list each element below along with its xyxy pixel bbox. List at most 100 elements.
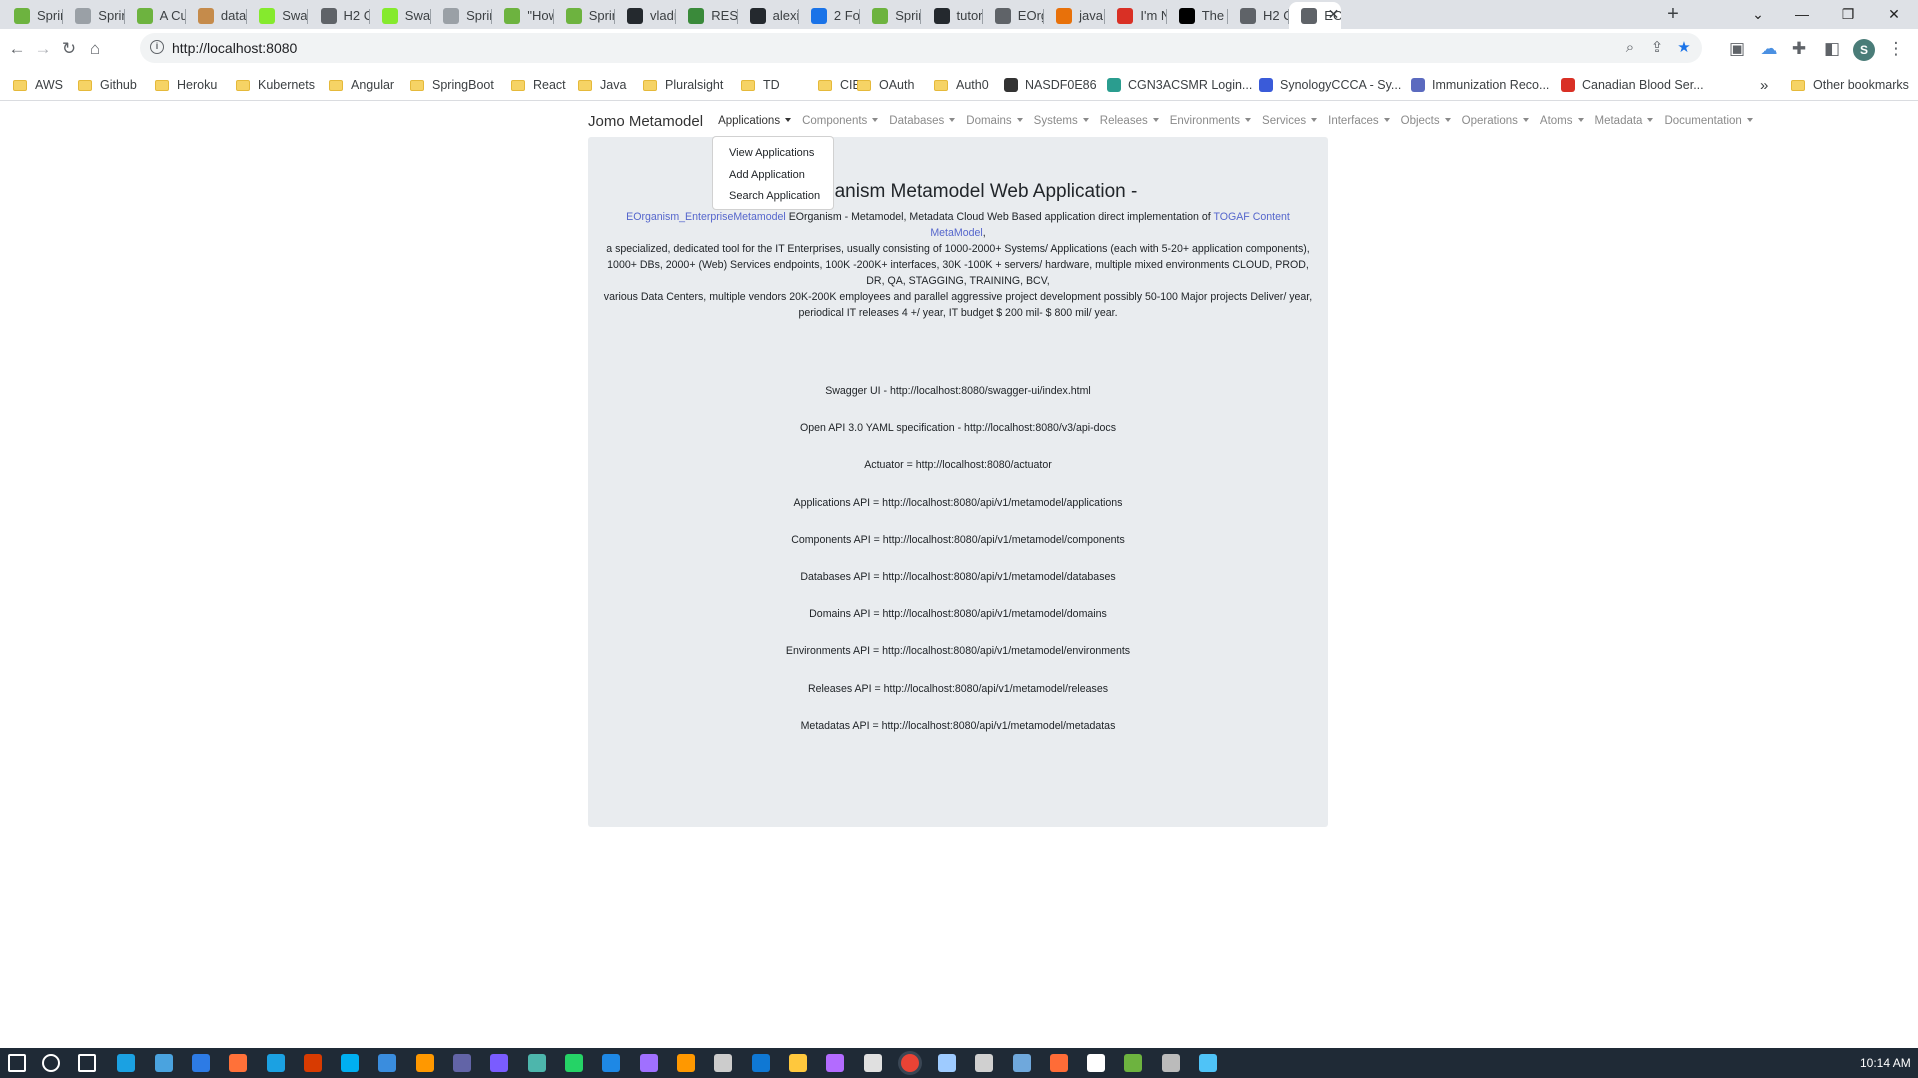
bookmark-link[interactable]: Immunization Reco... xyxy=(1411,76,1549,94)
office-icon[interactable] xyxy=(304,1054,322,1072)
extensions-puzzle-icon[interactable]: ✚ xyxy=(1788,39,1810,61)
zoom-icon[interactable]: ⌕ xyxy=(1620,38,1640,58)
other-bookmarks-folder[interactable]: Other bookmarks xyxy=(1791,76,1909,94)
bookmark-folder[interactable]: SpringBoot xyxy=(410,76,494,94)
nav-item-atoms[interactable]: Atoms xyxy=(1540,115,1584,127)
chrome-icon[interactable] xyxy=(901,1054,919,1072)
task-view-icon[interactable] xyxy=(78,1054,96,1072)
browser-tab[interactable]: Swagg xyxy=(247,2,309,29)
app-icon[interactable] xyxy=(1162,1054,1180,1072)
bookmark-folder[interactable]: Java xyxy=(578,76,626,94)
back-icon[interactable]: ← xyxy=(6,39,28,61)
menu-kebab-icon[interactable]: ⋮ xyxy=(1885,39,1907,61)
nav-item-applications[interactable]: Applications xyxy=(718,115,792,127)
close-window-button[interactable]: ✕ xyxy=(1871,0,1917,29)
bookmark-folder[interactable]: Angular xyxy=(329,76,394,94)
app-icon[interactable] xyxy=(864,1054,882,1072)
bookmark-folder[interactable]: OAuth xyxy=(857,76,914,94)
nav-item-databases[interactable]: Databases xyxy=(889,115,956,127)
nav-item-environments[interactable]: Environments xyxy=(1170,115,1252,127)
browser-tab[interactable]: Swagg xyxy=(370,2,432,29)
postman-icon[interactable] xyxy=(1050,1054,1068,1072)
bookmark-folder[interactable]: Pluralsight xyxy=(643,76,723,94)
nav-item-documentation[interactable]: Documentation xyxy=(1664,115,1753,127)
store-icon[interactable] xyxy=(155,1054,173,1072)
nav-item-components[interactable]: Components xyxy=(802,115,879,127)
browser-tab[interactable]: databa xyxy=(186,2,248,29)
bookmark-star-icon[interactable]: ★ xyxy=(1674,38,1694,58)
bookmark-folder[interactable]: Kubernets xyxy=(236,76,315,94)
share-icon[interactable]: ⇪ xyxy=(1647,38,1667,58)
browser-tab[interactable]: A Cust xyxy=(125,2,186,29)
reload-icon[interactable]: ↻ xyxy=(58,39,80,61)
navbar-brand[interactable]: Jomo Metamodel xyxy=(588,113,703,130)
browser-tab[interactable]: vladm xyxy=(615,2,677,29)
bookmark-folder[interactable]: Auth0 xyxy=(934,76,989,94)
mail-icon[interactable] xyxy=(192,1054,210,1072)
bookmark-link[interactable]: SynologyCCCA - Sy... xyxy=(1259,76,1401,94)
browser-tab[interactable]: Spring xyxy=(554,2,615,29)
app-icon[interactable] xyxy=(640,1054,658,1072)
enterprise-metamodel-link[interactable]: EOrganism_EnterpriseMetamodel xyxy=(626,211,786,223)
app-icon[interactable] xyxy=(1087,1054,1105,1072)
forward-icon[interactable]: → xyxy=(32,39,54,61)
browser-tab[interactable]: "How- xyxy=(492,2,554,29)
browser-tab[interactable]: Spring xyxy=(860,2,922,29)
edge-icon[interactable] xyxy=(117,1054,135,1072)
minimize-button[interactable]: — xyxy=(1779,0,1825,29)
nav-item-operations[interactable]: Operations xyxy=(1462,115,1529,127)
app-icon[interactable] xyxy=(1199,1054,1217,1072)
tab-close-icon[interactable]: ✕ xyxy=(1328,6,1340,23)
search-icon[interactable] xyxy=(42,1054,60,1072)
dropdown-item[interactable]: Search Application xyxy=(713,186,833,208)
app-icon[interactable] xyxy=(1124,1054,1142,1072)
app-icon[interactable] xyxy=(378,1054,396,1072)
url-text[interactable]: http://localhost:8080 xyxy=(172,40,297,56)
nav-item-releases[interactable]: Releases xyxy=(1100,115,1159,127)
app-icon[interactable] xyxy=(528,1054,546,1072)
nav-item-systems[interactable]: Systems xyxy=(1034,115,1089,127)
app-icon[interactable] xyxy=(677,1054,695,1072)
home-icon[interactable]: ⌂ xyxy=(84,39,106,61)
teams-icon[interactable] xyxy=(453,1054,471,1072)
taskbar-clock[interactable]: 10:14 AM xyxy=(1860,1056,1911,1070)
browser-tab[interactable]: H2 Co xyxy=(1228,2,1290,29)
bookmark-folder[interactable]: Heroku xyxy=(155,76,217,94)
firefox-icon[interactable] xyxy=(229,1054,247,1072)
nav-item-interfaces[interactable]: Interfaces xyxy=(1328,115,1390,127)
cloud-extension-icon[interactable]: ☁ xyxy=(1758,39,1780,61)
browser-tab[interactable]: Spring xyxy=(63,2,125,29)
nav-item-metadata[interactable]: Metadata xyxy=(1595,115,1654,127)
side-panel-icon[interactable]: ◧ xyxy=(1821,39,1843,61)
address-bar[interactable]: i http://localhost:8080 ⌕ ⇪ ★ xyxy=(140,33,1702,63)
ie-icon[interactable] xyxy=(267,1054,285,1072)
extension-icon[interactable]: ▣ xyxy=(1726,39,1748,61)
browser-tab[interactable]: alexilie xyxy=(738,2,799,29)
nav-item-domains[interactable]: Domains xyxy=(966,115,1023,127)
bookmark-link[interactable]: CGN3ACSMR Login... xyxy=(1107,76,1252,94)
app-icon[interactable] xyxy=(826,1054,844,1072)
bookmark-folder[interactable]: AWS xyxy=(13,76,63,94)
app-icon[interactable] xyxy=(1013,1054,1031,1072)
browser-tab[interactable]: Spring xyxy=(2,2,64,29)
profile-avatar[interactable]: S xyxy=(1853,39,1875,61)
browser-tab[interactable]: EOrga xyxy=(983,2,1045,29)
tab-active[interactable]: EO ✕ xyxy=(1289,2,1342,29)
browser-tab[interactable]: 2 Fore xyxy=(799,2,861,29)
sublime-icon[interactable] xyxy=(416,1054,434,1072)
site-info-icon[interactable]: i xyxy=(150,40,164,54)
nav-item-objects[interactable]: Objects xyxy=(1401,115,1451,127)
app-icon[interactable] xyxy=(490,1054,508,1072)
new-tab-button[interactable]: + xyxy=(1660,3,1686,27)
vscode-icon[interactable] xyxy=(602,1054,620,1072)
browser-tab[interactable]: java.la xyxy=(1044,2,1106,29)
bookmark-folder[interactable]: Github xyxy=(78,76,137,94)
outlook-icon[interactable] xyxy=(752,1054,770,1072)
app-icon[interactable] xyxy=(975,1054,993,1072)
dropdown-item[interactable]: View Applications xyxy=(713,143,833,165)
bookmarks-overflow-button[interactable]: » xyxy=(1760,76,1768,94)
app-icon[interactable] xyxy=(938,1054,956,1072)
explorer-icon[interactable] xyxy=(789,1054,807,1072)
browser-tab[interactable]: tutoria xyxy=(922,2,983,29)
terminal-icon[interactable] xyxy=(714,1054,732,1072)
